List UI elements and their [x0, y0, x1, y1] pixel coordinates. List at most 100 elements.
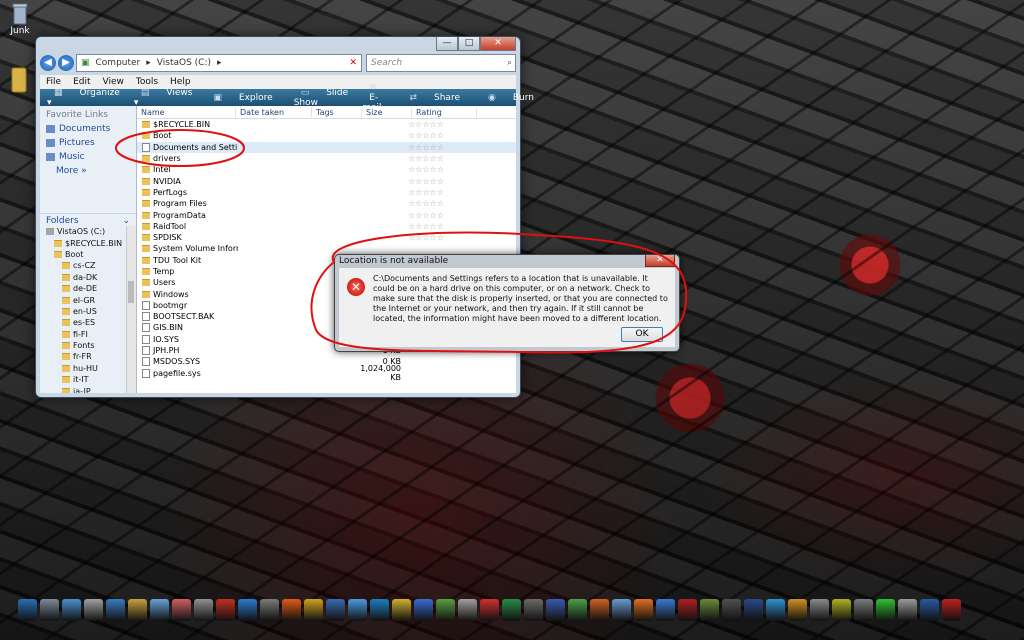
- rating-stars[interactable]: ☆☆☆☆☆: [408, 131, 444, 140]
- tree-item[interactable]: de-DE: [40, 283, 126, 294]
- dock-app-icon[interactable]: [348, 599, 367, 621]
- rating-stars[interactable]: ☆☆☆☆☆: [408, 199, 444, 208]
- tree-item[interactable]: VistaOS (C:): [40, 226, 126, 237]
- dock-app-icon[interactable]: [634, 599, 653, 621]
- dock-app-icon[interactable]: [898, 599, 917, 621]
- rating-stars[interactable]: ☆☆☆☆☆: [408, 165, 444, 174]
- dock-app-icon[interactable]: [920, 599, 939, 621]
- maximize-button[interactable]: □: [458, 37, 480, 51]
- rating-stars[interactable]: ☆☆☆☆☆: [408, 120, 444, 129]
- favorite-music[interactable]: Music: [40, 150, 136, 164]
- dock-app-icon[interactable]: [700, 599, 719, 621]
- search-input[interactable]: Search ⌕: [366, 54, 516, 72]
- dock-app-icon[interactable]: [304, 599, 323, 621]
- burn-button[interactable]: ◉ Burn: [474, 93, 548, 103]
- close-button[interactable]: ✕: [480, 37, 516, 51]
- file-row[interactable]: PerfLogs ☆☆☆☆☆: [137, 187, 516, 198]
- rating-stars[interactable]: ☆☆☆☆☆: [408, 233, 444, 242]
- tree-item[interactable]: $RECYCLE.BIN: [40, 237, 126, 248]
- dock-app-icon[interactable]: [392, 599, 411, 621]
- dock-app-icon[interactable]: [216, 599, 235, 621]
- dock-app-icon[interactable]: [788, 599, 807, 621]
- breadcrumb-computer[interactable]: Computer: [96, 58, 141, 68]
- menu-tools[interactable]: Tools: [130, 77, 164, 87]
- tree-item[interactable]: hu-HU: [40, 363, 126, 374]
- explore-button[interactable]: ▣ Explore: [199, 93, 286, 103]
- address-bar[interactable]: ▣ Computer ▸ VistaOS (C:) ▸ ✕: [76, 54, 362, 72]
- share-button[interactable]: ⇄ Share: [395, 93, 474, 103]
- tree-item[interactable]: ja-JP: [40, 385, 126, 393]
- rating-stars[interactable]: ☆☆☆☆☆: [408, 222, 444, 231]
- dock-app-icon[interactable]: [194, 599, 213, 621]
- tree-item[interactable]: el-GR: [40, 294, 126, 305]
- file-row[interactable]: drivers ☆☆☆☆☆: [137, 153, 516, 164]
- dock-app-icon[interactable]: [260, 599, 279, 621]
- dock-app-icon[interactable]: [590, 599, 609, 621]
- dock-app-icon[interactable]: [854, 599, 873, 621]
- file-row[interactable]: System Volume Inform...: [137, 243, 516, 254]
- file-row[interactable]: MSDOS.SYS 0 KB: [137, 356, 516, 367]
- dock-app-icon[interactable]: [414, 599, 433, 621]
- dock-app-icon[interactable]: [62, 599, 81, 621]
- file-row[interactable]: ProgramData ☆☆☆☆☆: [137, 209, 516, 220]
- slideshow-button[interactable]: ▭ Slide Show: [287, 88, 355, 108]
- file-row[interactable]: Documents and Settings ☆☆☆☆☆: [137, 141, 516, 153]
- dock-app-icon[interactable]: [942, 599, 961, 621]
- dock-app-icon[interactable]: [480, 599, 499, 621]
- rating-stars[interactable]: ☆☆☆☆☆: [408, 211, 444, 220]
- rating-stars[interactable]: ☆☆☆☆☆: [408, 188, 444, 197]
- desktop-icon-folder[interactable]: [8, 66, 30, 94]
- dock-app-icon[interactable]: [458, 599, 477, 621]
- minimize-button[interactable]: —: [436, 37, 458, 51]
- dock-app-icon[interactable]: [106, 599, 125, 621]
- menu-view[interactable]: View: [97, 77, 130, 87]
- column-name[interactable]: Name: [137, 107, 236, 117]
- file-row[interactable]: pagefile.sys 1,024,000 KB: [137, 364, 516, 382]
- tree-item[interactable]: it-IT: [40, 374, 126, 385]
- favorite-pictures[interactable]: Pictures: [40, 136, 136, 150]
- breadcrumb-drive[interactable]: VistaOS (C:): [157, 58, 211, 68]
- dock-app-icon[interactable]: [502, 599, 521, 621]
- dock-app-icon[interactable]: [150, 599, 169, 621]
- favorite-documents[interactable]: Documents: [40, 122, 136, 136]
- column-tags[interactable]: Tags: [312, 107, 362, 117]
- dock-app-icon[interactable]: [172, 599, 191, 621]
- scroll-thumb[interactable]: [128, 281, 134, 303]
- tree-item[interactable]: en-US: [40, 306, 126, 317]
- file-row[interactable]: Intel ☆☆☆☆☆: [137, 164, 516, 175]
- rating-stars[interactable]: ☆☆☆☆☆: [408, 143, 444, 152]
- tree-item[interactable]: Boot: [40, 249, 126, 260]
- dock-app-icon[interactable]: [744, 599, 763, 621]
- views-button[interactable]: ▤ Views ▾: [127, 88, 200, 108]
- dock-app-icon[interactable]: [722, 599, 741, 621]
- dock-app-icon[interactable]: [766, 599, 785, 621]
- rating-stars[interactable]: ☆☆☆☆☆: [408, 177, 444, 186]
- chevron-down-icon[interactable]: ⌄: [122, 216, 130, 226]
- dock-app-icon[interactable]: [238, 599, 257, 621]
- menu-file[interactable]: File: [40, 77, 67, 87]
- file-row[interactable]: NVIDIA ☆☆☆☆☆: [137, 175, 516, 186]
- breadcrumb-separator[interactable]: ▸: [217, 58, 222, 68]
- forward-icon[interactable]: ▶: [58, 55, 74, 71]
- tree-item[interactable]: Fonts: [40, 340, 126, 351]
- file-row[interactable]: SPDISK ☆☆☆☆☆: [137, 232, 516, 243]
- column-rating[interactable]: Rating: [412, 107, 477, 117]
- dock-app-icon[interactable]: [40, 599, 59, 621]
- file-row[interactable]: Boot ☆☆☆☆☆: [137, 130, 516, 141]
- stop-icon[interactable]: ✕: [349, 58, 357, 68]
- ok-button[interactable]: OK: [621, 327, 663, 342]
- dock-app-icon[interactable]: [568, 599, 587, 621]
- breadcrumb-separator[interactable]: ▸: [146, 58, 151, 68]
- dock-app-icon[interactable]: [128, 599, 147, 621]
- dock-app-icon[interactable]: [612, 599, 631, 621]
- menu-edit[interactable]: Edit: [67, 77, 96, 87]
- dock-app-icon[interactable]: [326, 599, 345, 621]
- back-icon[interactable]: ◀: [40, 55, 56, 71]
- dock-app-icon[interactable]: [656, 599, 675, 621]
- tree-item[interactable]: da-DK: [40, 272, 126, 283]
- desktop-icon-junk[interactable]: Junk: [6, 2, 34, 36]
- column-date-taken[interactable]: Date taken: [236, 107, 312, 117]
- file-row[interactable]: RaidTool ☆☆☆☆☆: [137, 221, 516, 232]
- dock-app-icon[interactable]: [18, 599, 37, 621]
- more-link[interactable]: More »: [40, 164, 136, 178]
